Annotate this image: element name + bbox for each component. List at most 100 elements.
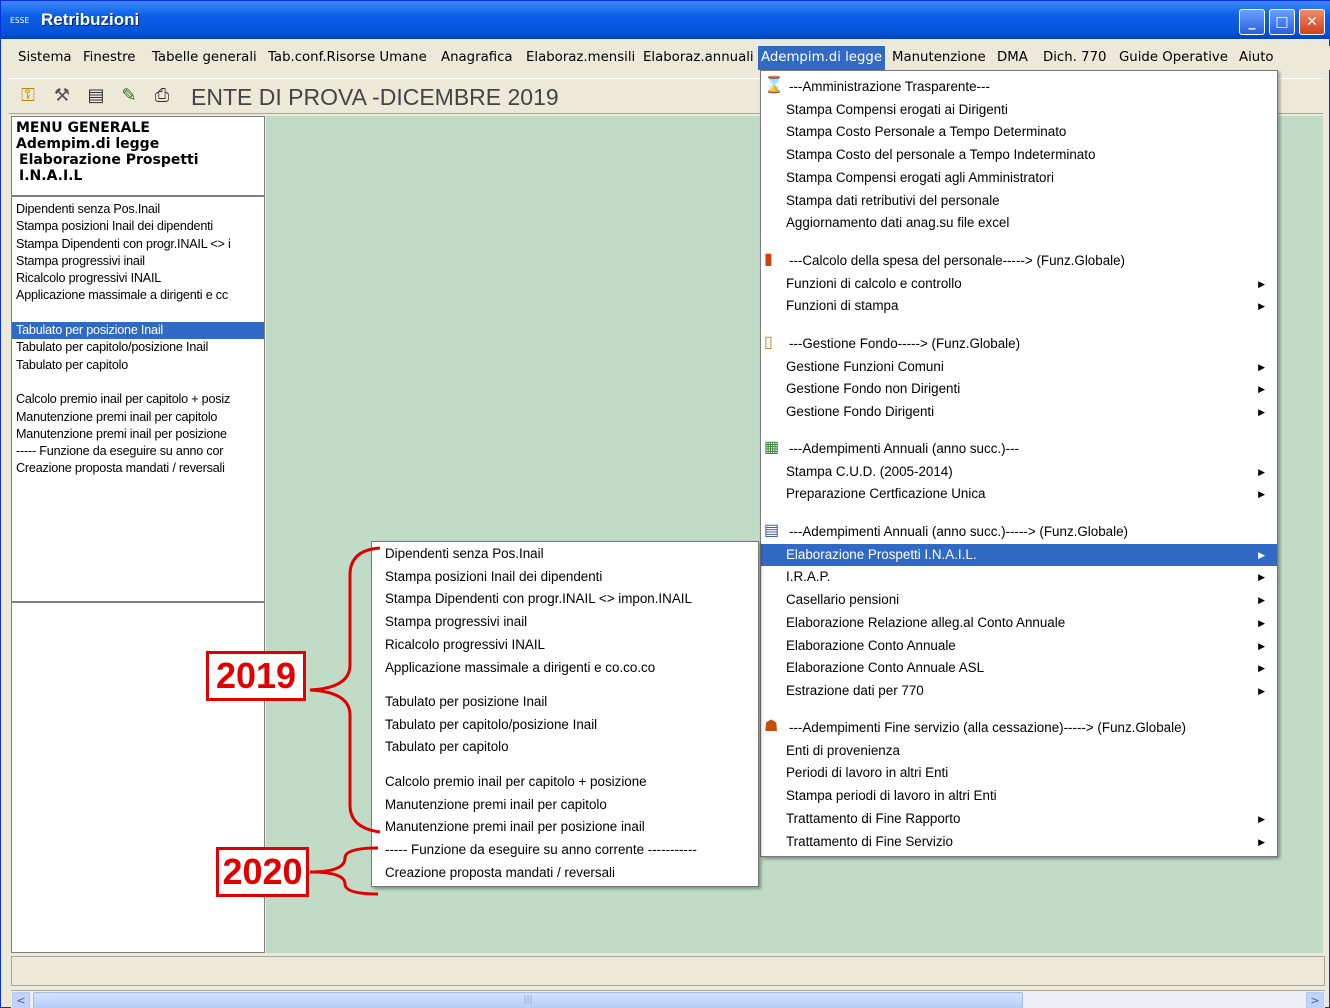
submenu-item[interactable]: Creazione proposta mandati / reversali <box>372 862 758 885</box>
menu-item-label: Trattamento di Fine Rapporto <box>786 810 961 826</box>
menu-item[interactable]: Stampa Compensi erogati ai Dirigenti <box>761 99 1277 122</box>
menu-item[interactable]: Elaborazione Prospetti I.N.A.I.L. ▶ <box>761 543 1277 567</box>
left-menu-item[interactable]: Tabulato per capitolo/posizione Inail <box>12 339 264 356</box>
menu-item-label: ---Amministrazione Trasparente--- <box>789 79 990 94</box>
submenu-item[interactable]: Tabulato per posizione Inail <box>372 691 758 714</box>
submenu-item[interactable]: Stampa progressivi inail <box>372 611 758 634</box>
menu-item-label: Estrazione dati per 770 <box>786 682 924 698</box>
submenu-item[interactable]: ----- Funzione da eseguire su anno corre… <box>372 839 758 862</box>
menu-tabelle-generali[interactable]: Tabelle generali <box>152 46 257 70</box>
menu-adempim-di-legge[interactable]: Adempim.di legge <box>758 46 886 70</box>
menu-item[interactable]: Stampa Compensi erogati agli Amministrat… <box>761 167 1277 190</box>
menu-item[interactable]: Periodi di lavoro in altri Enti <box>761 762 1277 785</box>
submenu-item-label: Stampa progressivi inail <box>385 614 528 630</box>
menu-separator <box>765 241 1275 242</box>
left-menu-item[interactable]: Dipendenti senza Pos.Inail <box>12 201 264 218</box>
submenu-item[interactable]: Applicazione massimale a dirigenti e co.… <box>372 657 758 680</box>
menu-anagrafica[interactable]: Anagrafica <box>441 46 513 70</box>
menu-item[interactable]: Stampa C.U.D. (2005-2014) ▶ <box>761 461 1277 484</box>
menu-finestre[interactable]: Finestre <box>83 46 135 70</box>
left-menu-item[interactable]: Ricalcolo progressivi INAIL <box>12 270 264 287</box>
menu-item-label: Preparazione Certficazione Unica <box>786 486 986 502</box>
menu-item[interactable]: Funzioni di stampa ▶ <box>761 295 1277 318</box>
menu-item[interactable]: Elaborazione Relazione alleg.al Conto An… <box>761 612 1277 635</box>
submenu-item-label: Dipendenti senza Pos.Inail <box>385 546 544 561</box>
menu-item[interactable]: Stampa Costo del personale a Tempo Indet… <box>761 144 1277 167</box>
scroll-thumb[interactable]: ||| <box>33 992 1023 1008</box>
menu-separator <box>376 763 756 764</box>
close-button[interactable]: ✕ <box>1299 9 1325 35</box>
menu-aiuto[interactable]: Aiuto <box>1239 46 1274 70</box>
submenu-item[interactable]: Stampa posizioni Inail dei dipendenti <box>372 566 758 589</box>
tools-icon[interactable]: ⚒ <box>49 83 75 109</box>
menu-sistema[interactable]: Sistema <box>18 46 72 70</box>
menu-dma[interactable]: DMA <box>997 46 1028 70</box>
inail-submenu: Dipendenti senza Pos.Inail Stampa posizio… <box>371 541 759 887</box>
left-menu-item[interactable]: Stampa Dipendenti con progr.INAIL <> i <box>12 236 264 253</box>
left-menu-item[interactable]: Applicazione massimale a dirigenti e cc <box>12 287 264 304</box>
menu-elaboraz-annuali[interactable]: Elaboraz.annuali <box>643 46 754 70</box>
menu-item[interactable]: Preparazione Certficazione Unica ▶ <box>761 483 1277 506</box>
menu-item[interactable]: Elaborazione Conto Annuale ASL ▶ <box>761 657 1277 680</box>
menu-guide-operative[interactable]: Guide Operative <box>1119 46 1228 70</box>
left-menu-item[interactable]: Creazione proposta mandati / reversali <box>12 460 264 477</box>
menu-item[interactable]: Stampa dati retributivi del personale <box>761 190 1277 213</box>
menu-elaboraz-mensili[interactable]: Elaboraz.mensili <box>526 46 635 70</box>
submenu-item[interactable]: Tabulato per capitolo <box>372 736 758 759</box>
submenu-item[interactable]: Manutenzione premi inail per posizione i… <box>372 816 758 839</box>
menu-item-label: ---Adempimenti Annuali (anno succ.)-----… <box>789 524 1128 539</box>
left-menu-item[interactable]: Stampa progressivi inail <box>12 253 264 270</box>
menu-item[interactable]: I.R.A.P. ▶ <box>761 566 1277 589</box>
menu-group-header: ---Adempimenti Annuali (anno succ.)-----… <box>761 521 1277 544</box>
key-icon[interactable]: ⚿ <box>15 83 41 109</box>
maximize-button[interactable]: □ <box>1269 9 1295 35</box>
menu-item[interactable]: Elaborazione Conto Annuale ▶ <box>761 635 1277 658</box>
scroll-right-button[interactable]: > <box>1306 992 1324 1008</box>
submenu-item[interactable]: Ricalcolo progressivi INAIL <box>372 634 758 657</box>
menu-item[interactable]: Funzioni di calcolo e controllo ▶ <box>761 273 1277 296</box>
app-icon: ESSE <box>10 16 30 25</box>
menu-item[interactable]: Gestione Fondo non Dirigenti ▶ <box>761 378 1277 401</box>
form-icon[interactable]: ▤ <box>83 83 109 109</box>
minimize-button[interactable]: _ <box>1239 9 1265 35</box>
menu-item-label: Stampa Costo del personale a Tempo Indet… <box>786 147 1096 163</box>
menu-item[interactable]: Gestione Fondo Dirigenti ▶ <box>761 401 1277 424</box>
menu-item[interactable]: Enti di provenienza <box>761 740 1277 763</box>
edit-icon[interactable]: ✎ <box>116 83 142 109</box>
left-menu-item[interactable]: Stampa posizioni Inail dei dipendenti <box>12 218 264 235</box>
status-bar <box>11 956 1325 986</box>
menu-item[interactable]: Stampa periodi di lavoro in altri Enti <box>761 785 1277 808</box>
menu-tab-conf-risorse-umane[interactable]: Tab.conf.Risorse Umane <box>268 46 427 70</box>
submenu-item-label: Tabulato per capitolo/posizione Inail <box>385 716 598 732</box>
horizontal-scrollbar[interactable]: < ||| > <box>11 990 1325 1008</box>
menu-item-label: Trattamento di Fine Servizio <box>786 833 953 849</box>
menu-item[interactable]: Trattamento di Fine Rapporto ▶ <box>761 808 1277 831</box>
left-menu-item[interactable]: ----- Funzione da eseguire su anno cor <box>12 443 264 460</box>
title-bar[interactable]: ESSE Retribuzioni _ □ ✕ <box>1 1 1330 39</box>
left-menu-item[interactable]: Calcolo premio inail per capitolo + posi… <box>12 391 264 408</box>
scroll-left-button[interactable]: < <box>12 992 30 1008</box>
left-menu-item[interactable]: Tabulato per posizione Inail <box>12 322 264 340</box>
menu-dich-770[interactable]: Dich. 770 <box>1043 46 1107 70</box>
left-menu-item[interactable]: Manutenzione premi inail per capitolo <box>12 409 264 426</box>
submenu-arrow-icon: ▶ <box>1258 301 1265 312</box>
submenu-item-label: ----- Funzione da eseguire su anno corre… <box>385 842 697 858</box>
submenu-item[interactable]: Calcolo premio inail per capitolo + posi… <box>372 771 758 794</box>
menu-item[interactable]: Gestione Funzioni Comuni ▶ <box>761 356 1277 379</box>
menu-item-label: Stampa Compensi erogati ai Dirigenti <box>786 101 1008 117</box>
label-2020: 2020 <box>216 847 309 897</box>
menu-item[interactable]: Trattamento di Fine Servizio ▶ <box>761 831 1277 854</box>
menu-item[interactable]: Estrazione dati per 770 ▶ <box>761 680 1277 703</box>
menu-item[interactable]: Stampa Costo Personale a Tempo Determina… <box>761 121 1277 144</box>
left-menu-item[interactable]: Manutenzione premi inail per posizione <box>12 426 264 443</box>
menu-manutenzione[interactable]: Manutenzione <box>892 46 986 70</box>
menu-item[interactable]: Casellario pensioni ▶ <box>761 589 1277 612</box>
panel-splitter[interactable] <box>12 601 264 603</box>
submenu-item[interactable]: Stampa Dipendenti con progr.INAIL <> imp… <box>372 588 758 611</box>
submenu-item[interactable]: Dipendenti senza Pos.Inail <box>372 543 758 566</box>
submenu-item[interactable]: Manutenzione premi inail per capitolo <box>372 794 758 817</box>
submenu-item[interactable]: Tabulato per capitolo/posizione Inail <box>372 714 758 737</box>
printer-icon[interactable]: ⎙ <box>149 83 175 109</box>
left-menu-item[interactable]: Tabulato per capitolo <box>12 357 264 374</box>
menu-item[interactable]: Aggiornamento dati anag.su file excel <box>761 212 1277 235</box>
